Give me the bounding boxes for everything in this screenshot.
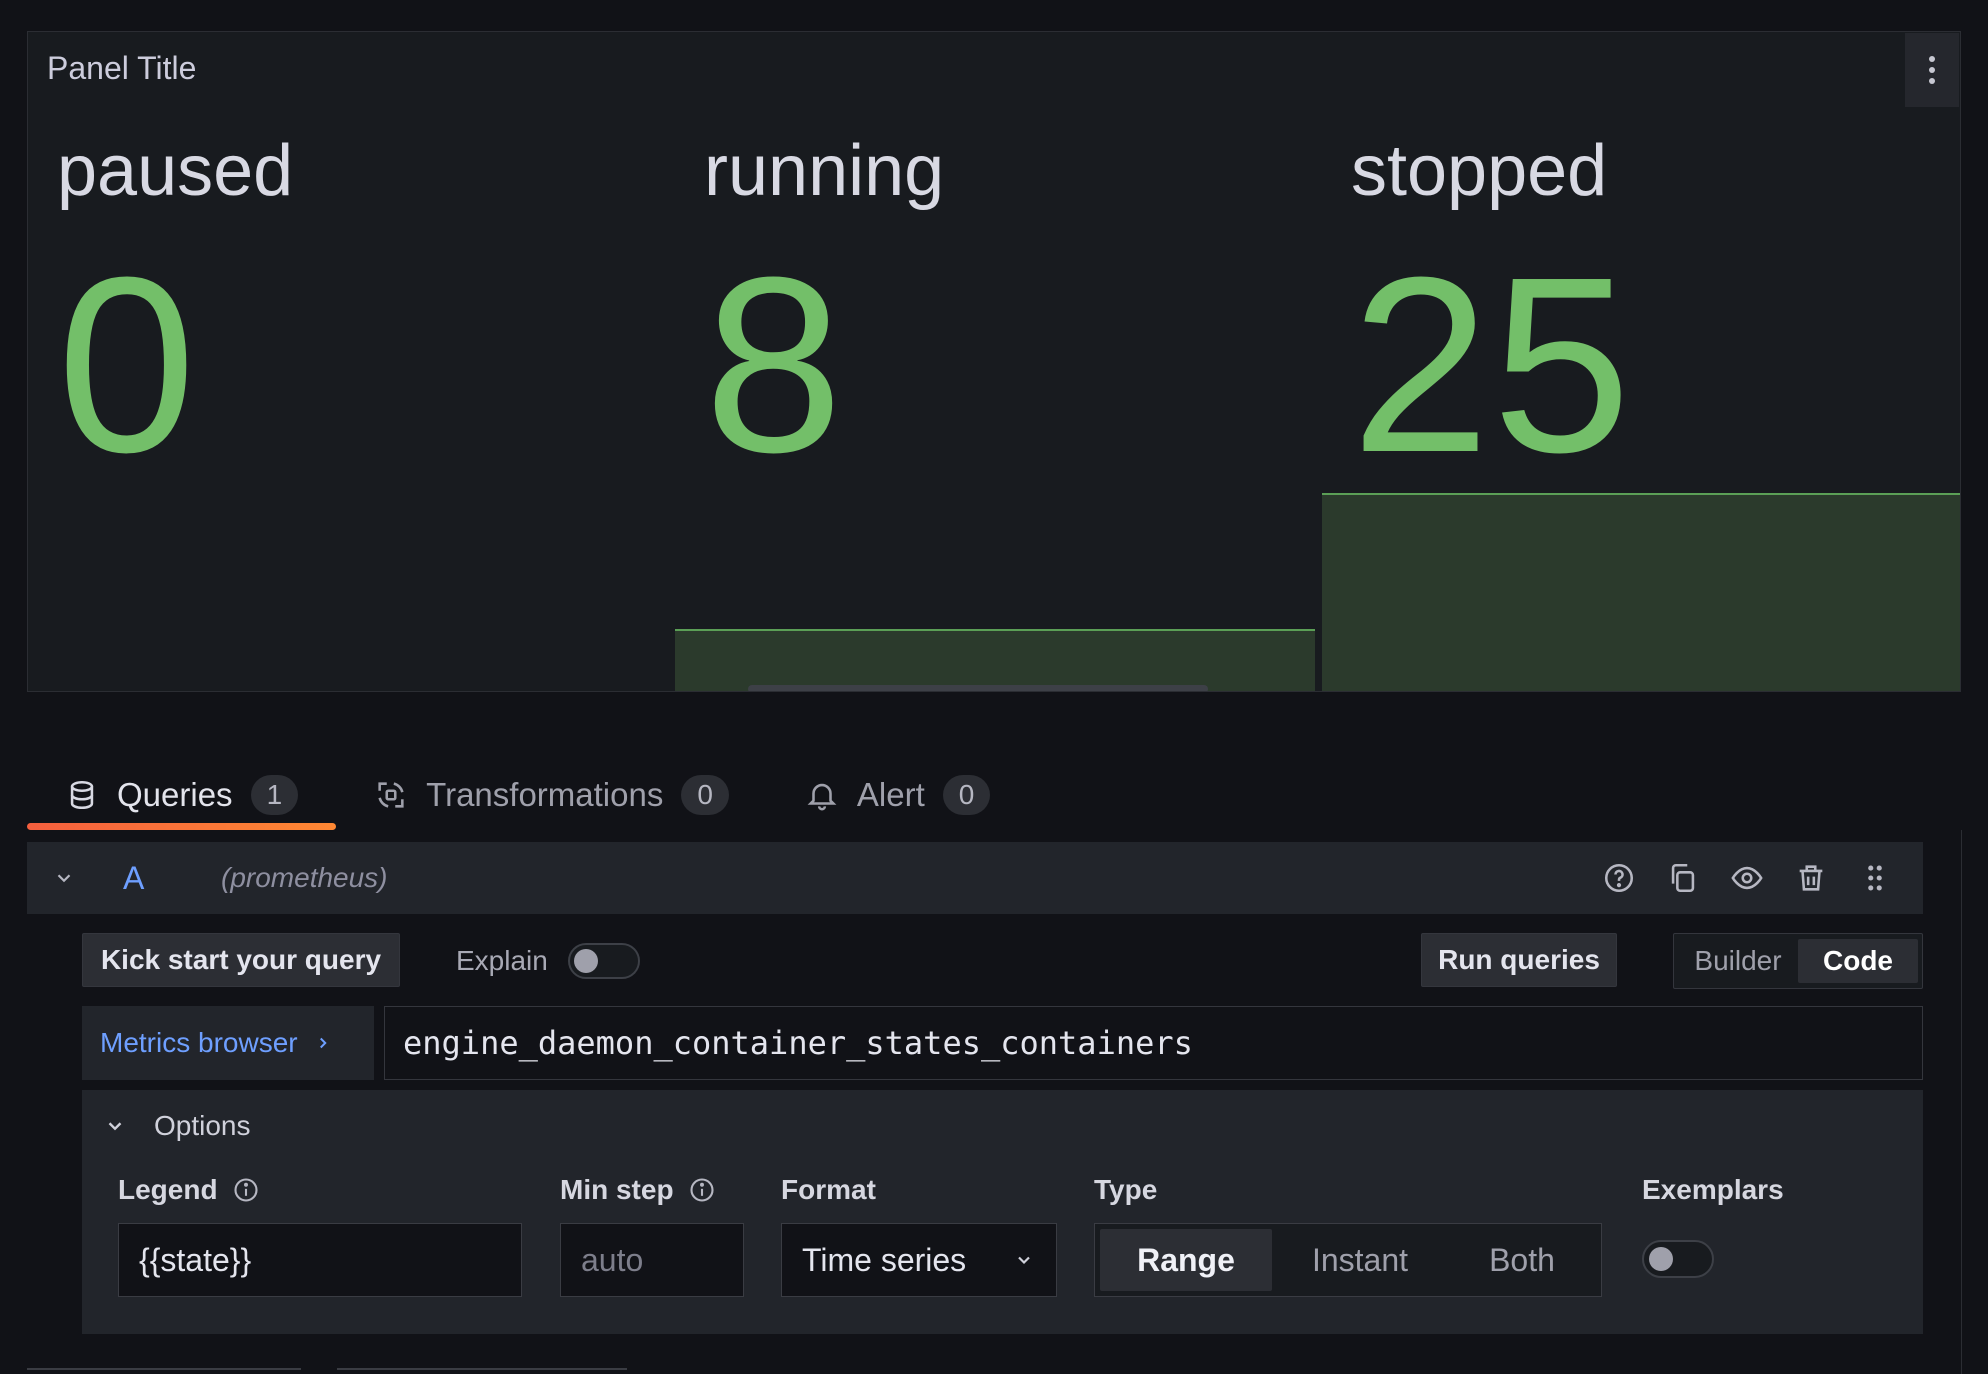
stat-panel: Panel Title paused 0 running 8 stopped 2… bbox=[27, 31, 1961, 692]
exemplars-label: Exemplars bbox=[1642, 1174, 1784, 1205]
options-collapse-toggle[interactable]: Options bbox=[104, 1110, 251, 1142]
bell-icon bbox=[805, 778, 839, 812]
type-option-both[interactable]: Both bbox=[1448, 1229, 1596, 1291]
exemplars-switch[interactable] bbox=[1642, 1240, 1714, 1278]
format-select[interactable]: Time series bbox=[781, 1223, 1057, 1297]
stat-paused: paused 0 bbox=[28, 32, 668, 692]
stat-sparkline-fill bbox=[28, 691, 668, 692]
tab-queries[interactable]: Queries 1 bbox=[27, 760, 337, 830]
drag-handle-icon[interactable] bbox=[1857, 860, 1893, 896]
chevron-right-icon bbox=[319, 1037, 327, 1049]
mode-code-option[interactable]: Code bbox=[1798, 939, 1918, 983]
format-selected-value: Time series bbox=[802, 1241, 967, 1278]
stat-running: running 8 bbox=[675, 32, 1315, 691]
query-actions bbox=[1601, 860, 1923, 896]
metrics-browser-button[interactable]: Metrics browser bbox=[82, 1006, 374, 1080]
chevron-down-icon bbox=[1014, 1250, 1034, 1270]
query-editor-toolbar: Kick start your query Explain Run querie… bbox=[82, 933, 1923, 989]
mode-builder-option[interactable]: Builder bbox=[1678, 939, 1798, 983]
tab-label: Queries bbox=[117, 776, 233, 813]
stat-name: paused bbox=[57, 131, 294, 211]
info-icon[interactable] bbox=[232, 1176, 260, 1204]
query-type-radio-group: Range Instant Both bbox=[1094, 1223, 1602, 1297]
query-options-panel: Options Legend {{state}} Min step auto F… bbox=[82, 1090, 1923, 1334]
trash-icon[interactable] bbox=[1793, 860, 1829, 896]
query-datasource: (prometheus) bbox=[221, 862, 388, 893]
tab-count-badge: 0 bbox=[942, 775, 991, 815]
info-icon[interactable] bbox=[688, 1176, 716, 1204]
stat-stopped: stopped 25 bbox=[1322, 32, 1960, 691]
metrics-query-row: Metrics browser engine_daemon_container_… bbox=[82, 1006, 1923, 1080]
legend-input[interactable]: {{state}} bbox=[118, 1223, 522, 1297]
format-label: Format bbox=[781, 1174, 876, 1205]
min-step-input[interactable]: auto bbox=[560, 1223, 744, 1297]
explain-toggle-group: Explain bbox=[456, 933, 640, 989]
query-collapse-toggle[interactable] bbox=[27, 867, 101, 889]
transform-icon bbox=[374, 778, 408, 812]
type-label: Type bbox=[1094, 1174, 1158, 1205]
help-icon[interactable] bbox=[1601, 860, 1637, 896]
stat-value: 25 bbox=[1351, 225, 1634, 504]
stat-name: running bbox=[704, 131, 945, 211]
tab-label: Alert bbox=[856, 776, 925, 813]
tab-count-badge: 1 bbox=[250, 775, 299, 815]
database-icon bbox=[65, 778, 99, 812]
panel-resize-handle[interactable] bbox=[748, 685, 1208, 691]
chevron-down-icon bbox=[104, 1115, 134, 1137]
divider bbox=[1961, 830, 1962, 1374]
editor-mode-toggle: Builder Code bbox=[1673, 933, 1923, 989]
stat-value: 8 bbox=[704, 225, 846, 504]
eye-icon[interactable] bbox=[1729, 860, 1765, 896]
stat-sparkline-fill bbox=[675, 629, 1315, 691]
query-row-header: A (prometheus) bbox=[27, 842, 1923, 914]
min-step-label-text: Min step bbox=[560, 1174, 674, 1205]
tab-count-badge: 0 bbox=[681, 775, 729, 815]
kick-start-button[interactable]: Kick start your query bbox=[82, 933, 400, 987]
min-step-label: Min step bbox=[560, 1174, 716, 1206]
chevron-down-icon bbox=[57, 874, 71, 883]
tab-transformations[interactable]: Transformations 0 bbox=[336, 760, 767, 830]
stat-sparkline-fill bbox=[1322, 493, 1960, 691]
type-option-instant[interactable]: Instant bbox=[1272, 1229, 1448, 1291]
promql-expression-input[interactable]: engine_daemon_container_states_container… bbox=[384, 1006, 1923, 1080]
options-title: Options bbox=[154, 1110, 251, 1141]
stat-value: 0 bbox=[57, 225, 199, 504]
tab-label: Transformations bbox=[426, 776, 664, 813]
tab-alert[interactable]: Alert 0 bbox=[767, 760, 1028, 830]
duplicate-icon[interactable] bbox=[1665, 860, 1701, 896]
editor-tabs: Queries 1 Transformations 0 Alert 0 bbox=[27, 760, 1028, 830]
explain-label: Explain bbox=[456, 945, 548, 976]
stat-name: stopped bbox=[1351, 131, 1608, 211]
query-ref-id[interactable]: A bbox=[101, 860, 221, 897]
next-section-edge bbox=[27, 1368, 627, 1374]
type-option-range[interactable]: Range bbox=[1100, 1229, 1272, 1291]
legend-label-text: Legend bbox=[118, 1174, 218, 1205]
explain-switch[interactable] bbox=[567, 943, 640, 979]
legend-label: Legend bbox=[118, 1174, 260, 1206]
metrics-browser-label: Metrics browser bbox=[100, 1027, 298, 1058]
run-queries-button[interactable]: Run queries bbox=[1421, 933, 1617, 987]
